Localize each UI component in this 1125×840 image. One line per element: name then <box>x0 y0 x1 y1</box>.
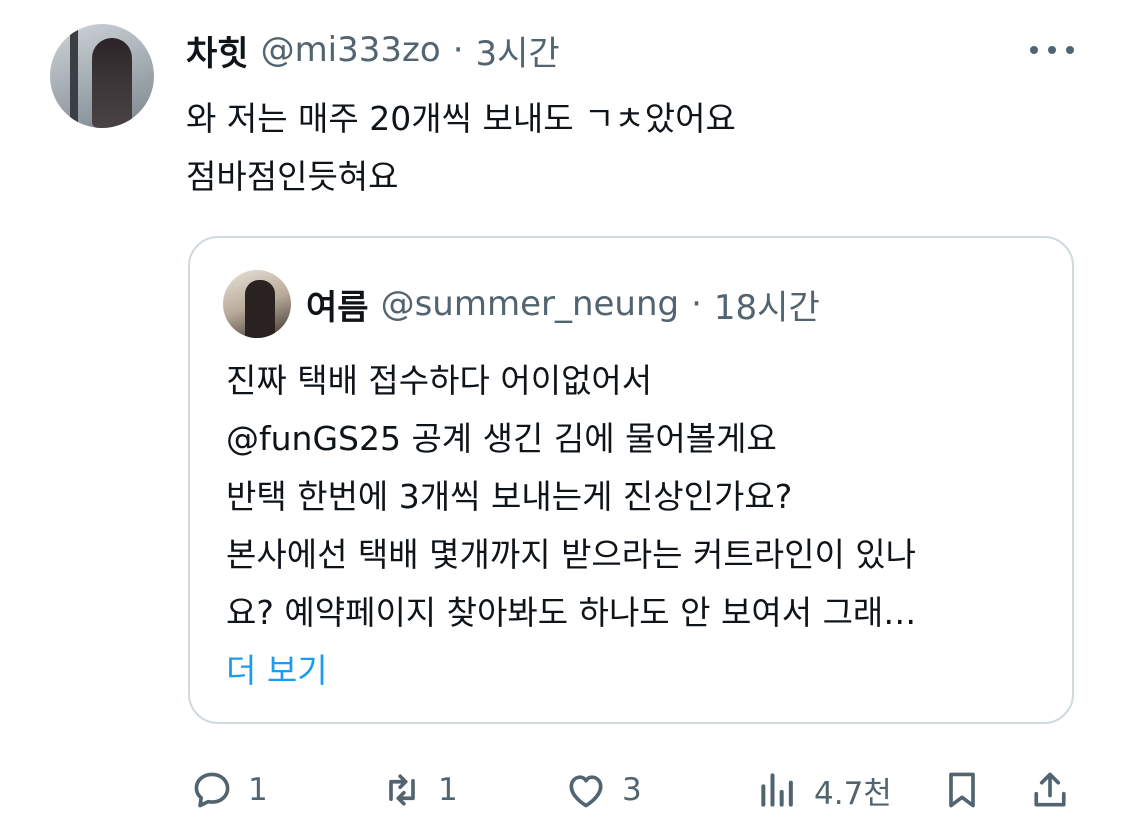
tweet-text: 와 저는 매주 20개씩 보내도 ㄱㅊ았어요 점바점인듯혀요 <box>186 90 1066 206</box>
quoted-author-handle: @summer_neung <box>380 284 680 324</box>
views-count: 4.7천 <box>814 775 892 812</box>
share-button[interactable] <box>1028 762 1072 818</box>
retweet-count: 1 <box>438 772 458 808</box>
reply-icon <box>194 772 230 808</box>
views-button[interactable]: 4.7천 <box>756 762 892 818</box>
like-button[interactable]: 3 <box>564 762 642 818</box>
bookmark-icon <box>949 772 975 808</box>
separator: · <box>452 30 464 70</box>
share-icon <box>1034 772 1066 807</box>
separator: · <box>691 284 702 324</box>
action-bar: 1 1 3 4.7천 <box>0 762 1125 818</box>
reply-count: 1 <box>248 772 268 808</box>
quoted-text-line: 반택 한번에 3개씩 보내는게 진상인가요? <box>226 477 793 516</box>
author-name[interactable]: 차힛 <box>186 26 249 75</box>
author-handle[interactable]: @mi333zo <box>261 30 441 70</box>
quoted-text-line: 본사에선 택배 몇개까지 받으라는 커트라인이 있나 <box>226 535 917 574</box>
quoted-tweet-header: 여름 @summer_neung · 18시간 <box>306 282 820 328</box>
quoted-tweet-time: 18시간 <box>713 287 820 328</box>
like-icon <box>569 775 603 808</box>
tweet-time[interactable]: 3시간 <box>476 26 560 75</box>
quoted-tweet-card[interactable]: 여름 @summer_neung · 18시간 진짜 택배 접수하다 어이없어서… <box>188 236 1074 724</box>
quoted-author-avatar[interactable] <box>223 270 291 338</box>
avatar-figure <box>92 38 132 128</box>
reply-button[interactable]: 1 <box>190 762 268 818</box>
author-avatar[interactable] <box>50 24 154 128</box>
avatar-figure <box>245 280 275 338</box>
retweet-button[interactable]: 1 <box>380 762 458 818</box>
quoted-tweet-text: 진짜 택배 접수하다 어이없어서 @funGS25 공계 생긴 김에 물어볼게요… <box>226 352 1056 700</box>
tweet-text-line: 와 저는 매주 20개씩 보내도 ㄱㅊ았어요 <box>186 99 736 138</box>
quoted-text-line: @funGS25 공계 생긴 김에 물어볼게요 <box>226 419 777 458</box>
tweet-header: 차힛 @mi333zo · 3시간 <box>186 26 560 75</box>
show-more-link[interactable]: 더 보기 <box>226 642 1056 700</box>
tweet-text-line: 점바점인듯혀요 <box>186 157 399 196</box>
retweet-icon <box>389 774 415 806</box>
quoted-text-line: 요? 예약페이지 찾아봐도 하나도 안 보여서 그래… <box>226 593 917 632</box>
more-icon[interactable] <box>1030 36 1074 64</box>
bookmark-button[interactable] <box>940 762 984 818</box>
quoted-author-name: 여름 <box>306 287 369 328</box>
quoted-text-line: 진짜 택배 접수하다 어이없어서 <box>226 361 653 400</box>
like-count: 3 <box>622 772 642 808</box>
views-icon <box>761 773 793 807</box>
avatar-background <box>70 24 78 128</box>
